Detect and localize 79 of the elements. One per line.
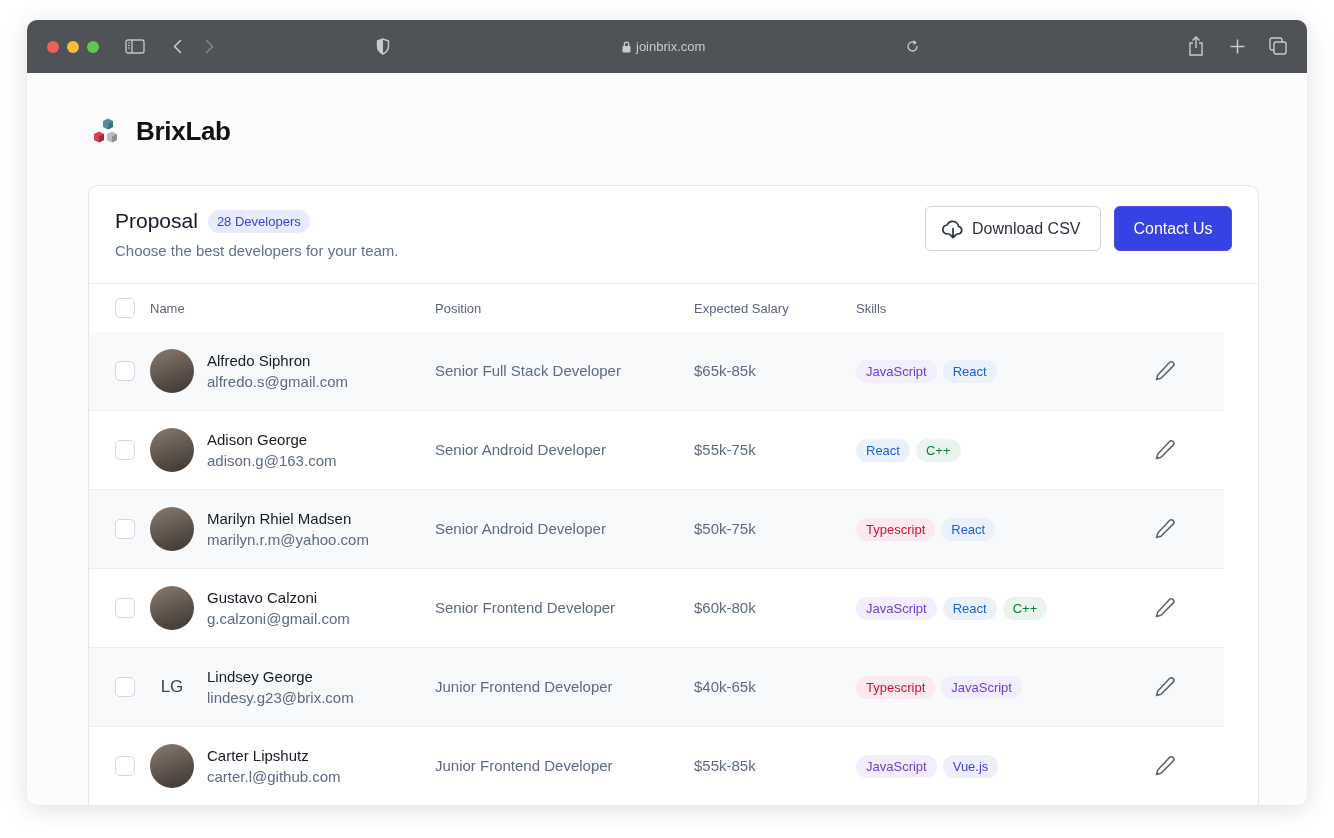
skill-tag: React: [941, 517, 996, 541]
avatar-photo-placeholder: [150, 507, 194, 551]
salary-text: $65k-85k: [694, 362, 756, 379]
download-button[interactable]: Download CSV: [925, 206, 1101, 251]
developer-name: Alfredo Siphron: [207, 352, 312, 369]
column-header: Skills: [856, 300, 887, 316]
shield-icon[interactable]: [376, 38, 390, 55]
maximize-icon[interactable]: [87, 40, 99, 53]
skill-tag: Typescript: [856, 517, 936, 541]
plus-icon[interactable]: [1230, 39, 1245, 54]
developer-email: marilyn.r.m@yahoo.com: [207, 531, 370, 548]
developer-count-badge: 28 Developers: [207, 209, 310, 233]
skill-tag: React: [942, 359, 997, 383]
developer-email: lindesy.g23@brix.com: [207, 689, 355, 706]
minimize-icon[interactable]: [67, 40, 79, 53]
skill-tag: Vue.js: [942, 754, 999, 778]
lock-icon: [622, 40, 631, 53]
developer-name: Gustavo Calzoni: [207, 589, 319, 606]
avatar-photo-placeholder: [150, 349, 194, 393]
developer-name: Carter Lipshutz: [207, 747, 310, 764]
brand-name: BrixLab: [136, 115, 231, 147]
proposal-subtitle: Choose the best developers for your team.: [115, 242, 399, 259]
row-checkbox[interactable]: [115, 519, 135, 539]
share-icon[interactable]: [1188, 36, 1204, 56]
row-checkbox[interactable]: [115, 440, 135, 460]
row-checkbox[interactable]: [115, 361, 135, 381]
developer-email: carter.l@github.com: [207, 768, 342, 785]
skill-tag: JavaScript: [856, 596, 937, 620]
avatar-initials: LG: [160, 677, 184, 697]
position-text: Senior Frontend Developer: [435, 599, 616, 616]
cloud-download-icon: [942, 218, 964, 239]
avatar-photo-placeholder: [150, 586, 194, 630]
edit-pencil-icon[interactable]: [1154, 360, 1176, 382]
contact-button[interactable]: Contact Us: [1114, 206, 1232, 251]
back-icon[interactable]: [173, 39, 182, 54]
column-header: Name: [150, 300, 185, 316]
salary-text: $55k-85k: [694, 757, 756, 774]
salary-text: $40k-65k: [694, 678, 756, 695]
proposal-title: Proposal: [115, 209, 198, 233]
skill-tag: JavaScript: [856, 359, 937, 383]
sidebar-icon[interactable]: [125, 39, 145, 54]
edit-pencil-icon[interactable]: [1154, 439, 1176, 461]
select-all-checkbox[interactable]: [115, 298, 135, 318]
edit-pencil-icon[interactable]: [1154, 597, 1176, 619]
salary-text: $55k-75k: [694, 441, 756, 458]
position-text: Senior Full Stack Developer: [435, 362, 621, 379]
reload-icon[interactable]: [906, 40, 919, 53]
position-text: Senior Android Developer: [435, 520, 606, 537]
skill-tag: Typescript: [856, 675, 936, 699]
skill-tag: JavaScript: [856, 754, 937, 778]
edit-pencil-icon[interactable]: [1154, 518, 1176, 540]
row-checkbox[interactable]: [115, 756, 135, 776]
edit-pencil-icon[interactable]: [1154, 755, 1176, 777]
url-text[interactable]: joinbrix.com: [636, 39, 706, 54]
developer-name: Adison George: [207, 431, 309, 448]
salary-text: $60k-80k: [694, 599, 756, 616]
developer-name: Lindsey George: [207, 668, 314, 685]
skill-tag: JavaScript: [941, 675, 1022, 699]
skill-tag: C++: [1002, 596, 1048, 620]
position-text: Senior Android Developer: [435, 441, 606, 458]
developer-email: alfredo.s@gmail.com: [207, 373, 350, 390]
row-checkbox[interactable]: [115, 598, 135, 618]
tabs-icon[interactable]: [1269, 37, 1287, 55]
column-header: Position: [435, 300, 482, 316]
avatar-photo-placeholder: [150, 428, 194, 472]
developer-email: g.calzoni@gmail.com: [207, 610, 351, 627]
skill-tag: C++: [915, 438, 961, 462]
column-header: Expected Salary: [694, 300, 789, 316]
developer-name: Marilyn Rhiel Madsen: [207, 510, 353, 527]
developer-email: adison.g@163.com: [207, 452, 338, 469]
skill-tag: React: [942, 596, 997, 620]
row-checkbox[interactable]: [115, 677, 135, 697]
close-icon[interactable]: [47, 40, 59, 53]
avatar-photo-placeholder: [150, 744, 194, 788]
skill-tag: React: [856, 438, 910, 462]
position-text: Junior Frontend Developer: [435, 678, 613, 695]
position-text: Junior Frontend Developer: [435, 757, 613, 774]
edit-pencil-icon[interactable]: [1154, 676, 1176, 698]
salary-text: $50k-75k: [694, 520, 756, 537]
